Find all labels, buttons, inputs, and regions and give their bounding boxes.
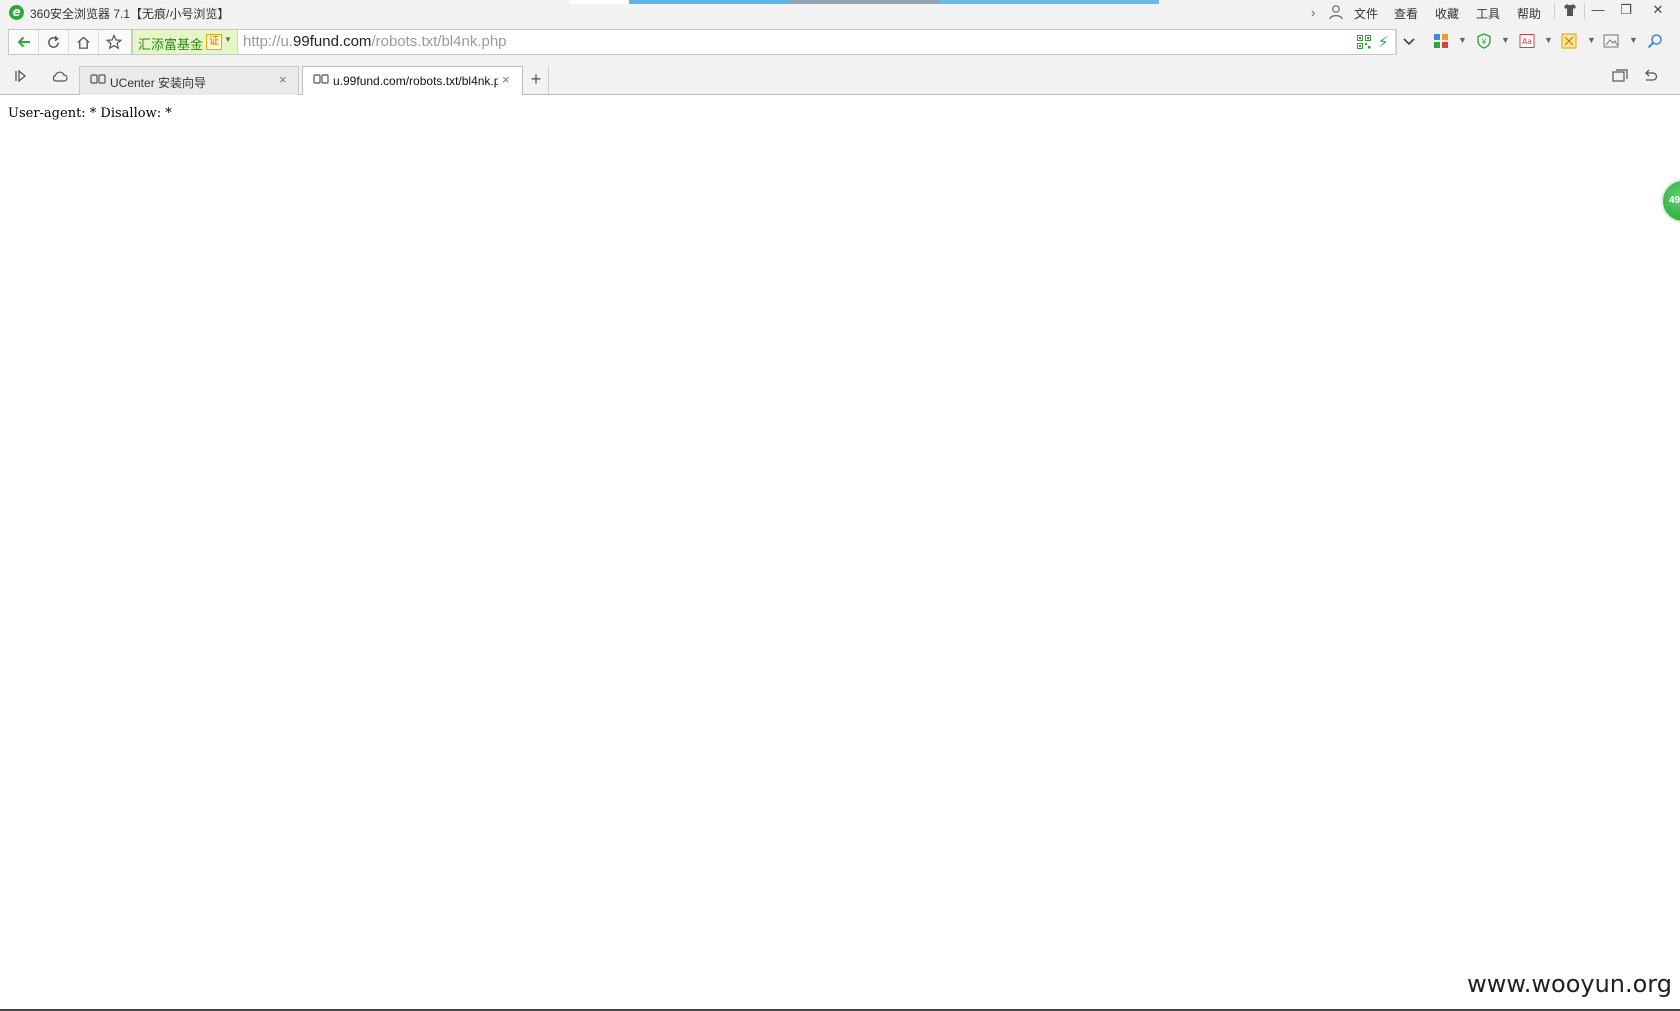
menu-help[interactable]: 帮助: [1517, 5, 1541, 22]
page-favicon-icon: [90, 74, 106, 84]
translate-icon[interactable]: Aa: [1519, 33, 1535, 49]
restore-button[interactable]: ❐: [1612, 0, 1640, 22]
screenshot-dropdown-icon[interactable]: ▼: [1587, 35, 1596, 45]
menu-file[interactable]: 文件: [1354, 5, 1378, 22]
home-button[interactable]: [69, 30, 99, 54]
apps-grid-icon[interactable]: [1433, 33, 1449, 49]
url-prefix: http://u.: [243, 33, 294, 50]
tab-label: u.99fund.com/robots.txt/bl4nk.php: [333, 74, 498, 88]
close-tab-icon[interactable]: ×: [502, 72, 510, 87]
chevron-down-icon: [1403, 38, 1415, 46]
cloud-icon[interactable]: [52, 68, 68, 84]
shield-dropdown-icon[interactable]: ▼: [1501, 35, 1510, 45]
home-icon: [77, 35, 90, 49]
search-icon[interactable]: [1647, 33, 1663, 49]
image-tool-icon[interactable]: [1603, 33, 1619, 49]
nav-button-group: [8, 29, 132, 55]
title-bar: e 360安全浏览器 7.1【无痕/小号浏览】 › 文件 查看 收藏 工具 帮助…: [0, 0, 1680, 26]
chevron-right-icon[interactable]: ›: [1311, 5, 1315, 20]
top-banner-strip: [569, 0, 1159, 4]
address-bar[interactable]: 汇添富基金 证 ▼ http://u.99fund.com/robots.txt…: [132, 29, 1415, 55]
page-content: User-agent: * Disallow: * 49 www.wooyun.…: [0, 95, 1680, 1011]
tab-label: UCenter 安装向导: [110, 76, 207, 90]
floating-speed-badge[interactable]: 49: [1661, 179, 1680, 223]
watermark: www.wooyun.org: [1467, 970, 1672, 998]
tab-robots[interactable]: u.99fund.com/robots.txt/bl4nk.php ×: [302, 66, 523, 96]
site-name: 汇添富基金: [138, 37, 204, 52]
translate-dropdown-icon[interactable]: ▼: [1544, 35, 1553, 45]
apps-dropdown-icon[interactable]: ▼: [1458, 35, 1467, 45]
title-separator: [1554, 3, 1555, 19]
tab-list-icon[interactable]: [1612, 68, 1628, 84]
refresh-button[interactable]: [39, 30, 69, 54]
qr-code-icon[interactable]: [1357, 35, 1371, 49]
minimize-button[interactable]: —: [1584, 0, 1612, 22]
star-icon: [106, 34, 122, 50]
tab-ucenter[interactable]: UCenter 安装向导 ×: [79, 66, 299, 95]
image-tool-dropdown-icon[interactable]: ▼: [1629, 35, 1638, 45]
address-toolbar: 汇添富基金 证 ▼ http://u.99fund.com/robots.txt…: [0, 26, 1680, 58]
menu-favorites[interactable]: 收藏: [1435, 5, 1459, 22]
url-host: 99fund.com: [293, 33, 372, 50]
screenshot-icon[interactable]: [1561, 33, 1577, 49]
close-window-button[interactable]: ✕: [1644, 0, 1672, 22]
undo-icon[interactable]: [1642, 68, 1658, 84]
menu-view[interactable]: 查看: [1394, 5, 1418, 22]
arrow-left-icon: [17, 36, 30, 48]
favorite-button[interactable]: [99, 30, 129, 54]
back-button[interactable]: [9, 30, 39, 54]
window-title: 360安全浏览器 7.1【无痕/小号浏览】: [30, 7, 230, 21]
svg-text:Aa: Aa: [1522, 37, 1532, 46]
new-tab-button[interactable]: +: [524, 66, 549, 94]
lightning-icon[interactable]: ⚡: [1378, 33, 1389, 51]
tab-bar: UCenter 安装向导 × u.99fund.com/robots.txt/b…: [0, 58, 1680, 96]
robots-txt-content: User-agent: * Disallow: *: [8, 106, 172, 121]
user-icon[interactable]: [1328, 4, 1344, 20]
menu-tools[interactable]: 工具: [1476, 5, 1500, 22]
skin-shirt-icon[interactable]: [1556, 0, 1584, 22]
sidebar-toggle-icon[interactable]: [13, 68, 29, 84]
address-history-dropdown[interactable]: [1395, 30, 1422, 54]
shield-icon[interactable]: ¥: [1476, 33, 1492, 49]
refresh-icon: [48, 35, 59, 48]
browser-logo-icon: e: [9, 5, 24, 20]
url-path: /robots.txt/bl4nk.php: [371, 33, 507, 50]
url-input[interactable]: http://u.99fund.com/robots.txt/bl4nk.php: [243, 33, 507, 50]
page-favicon-icon: [313, 74, 329, 84]
site-identity-badge[interactable]: 汇添富基金 证 ▼: [133, 30, 238, 54]
certificate-icon: 证: [206, 34, 222, 50]
close-tab-icon[interactable]: ×: [279, 72, 287, 87]
svg-text:¥: ¥: [1481, 38, 1486, 47]
badge-dropdown-icon: ▼: [224, 35, 232, 44]
